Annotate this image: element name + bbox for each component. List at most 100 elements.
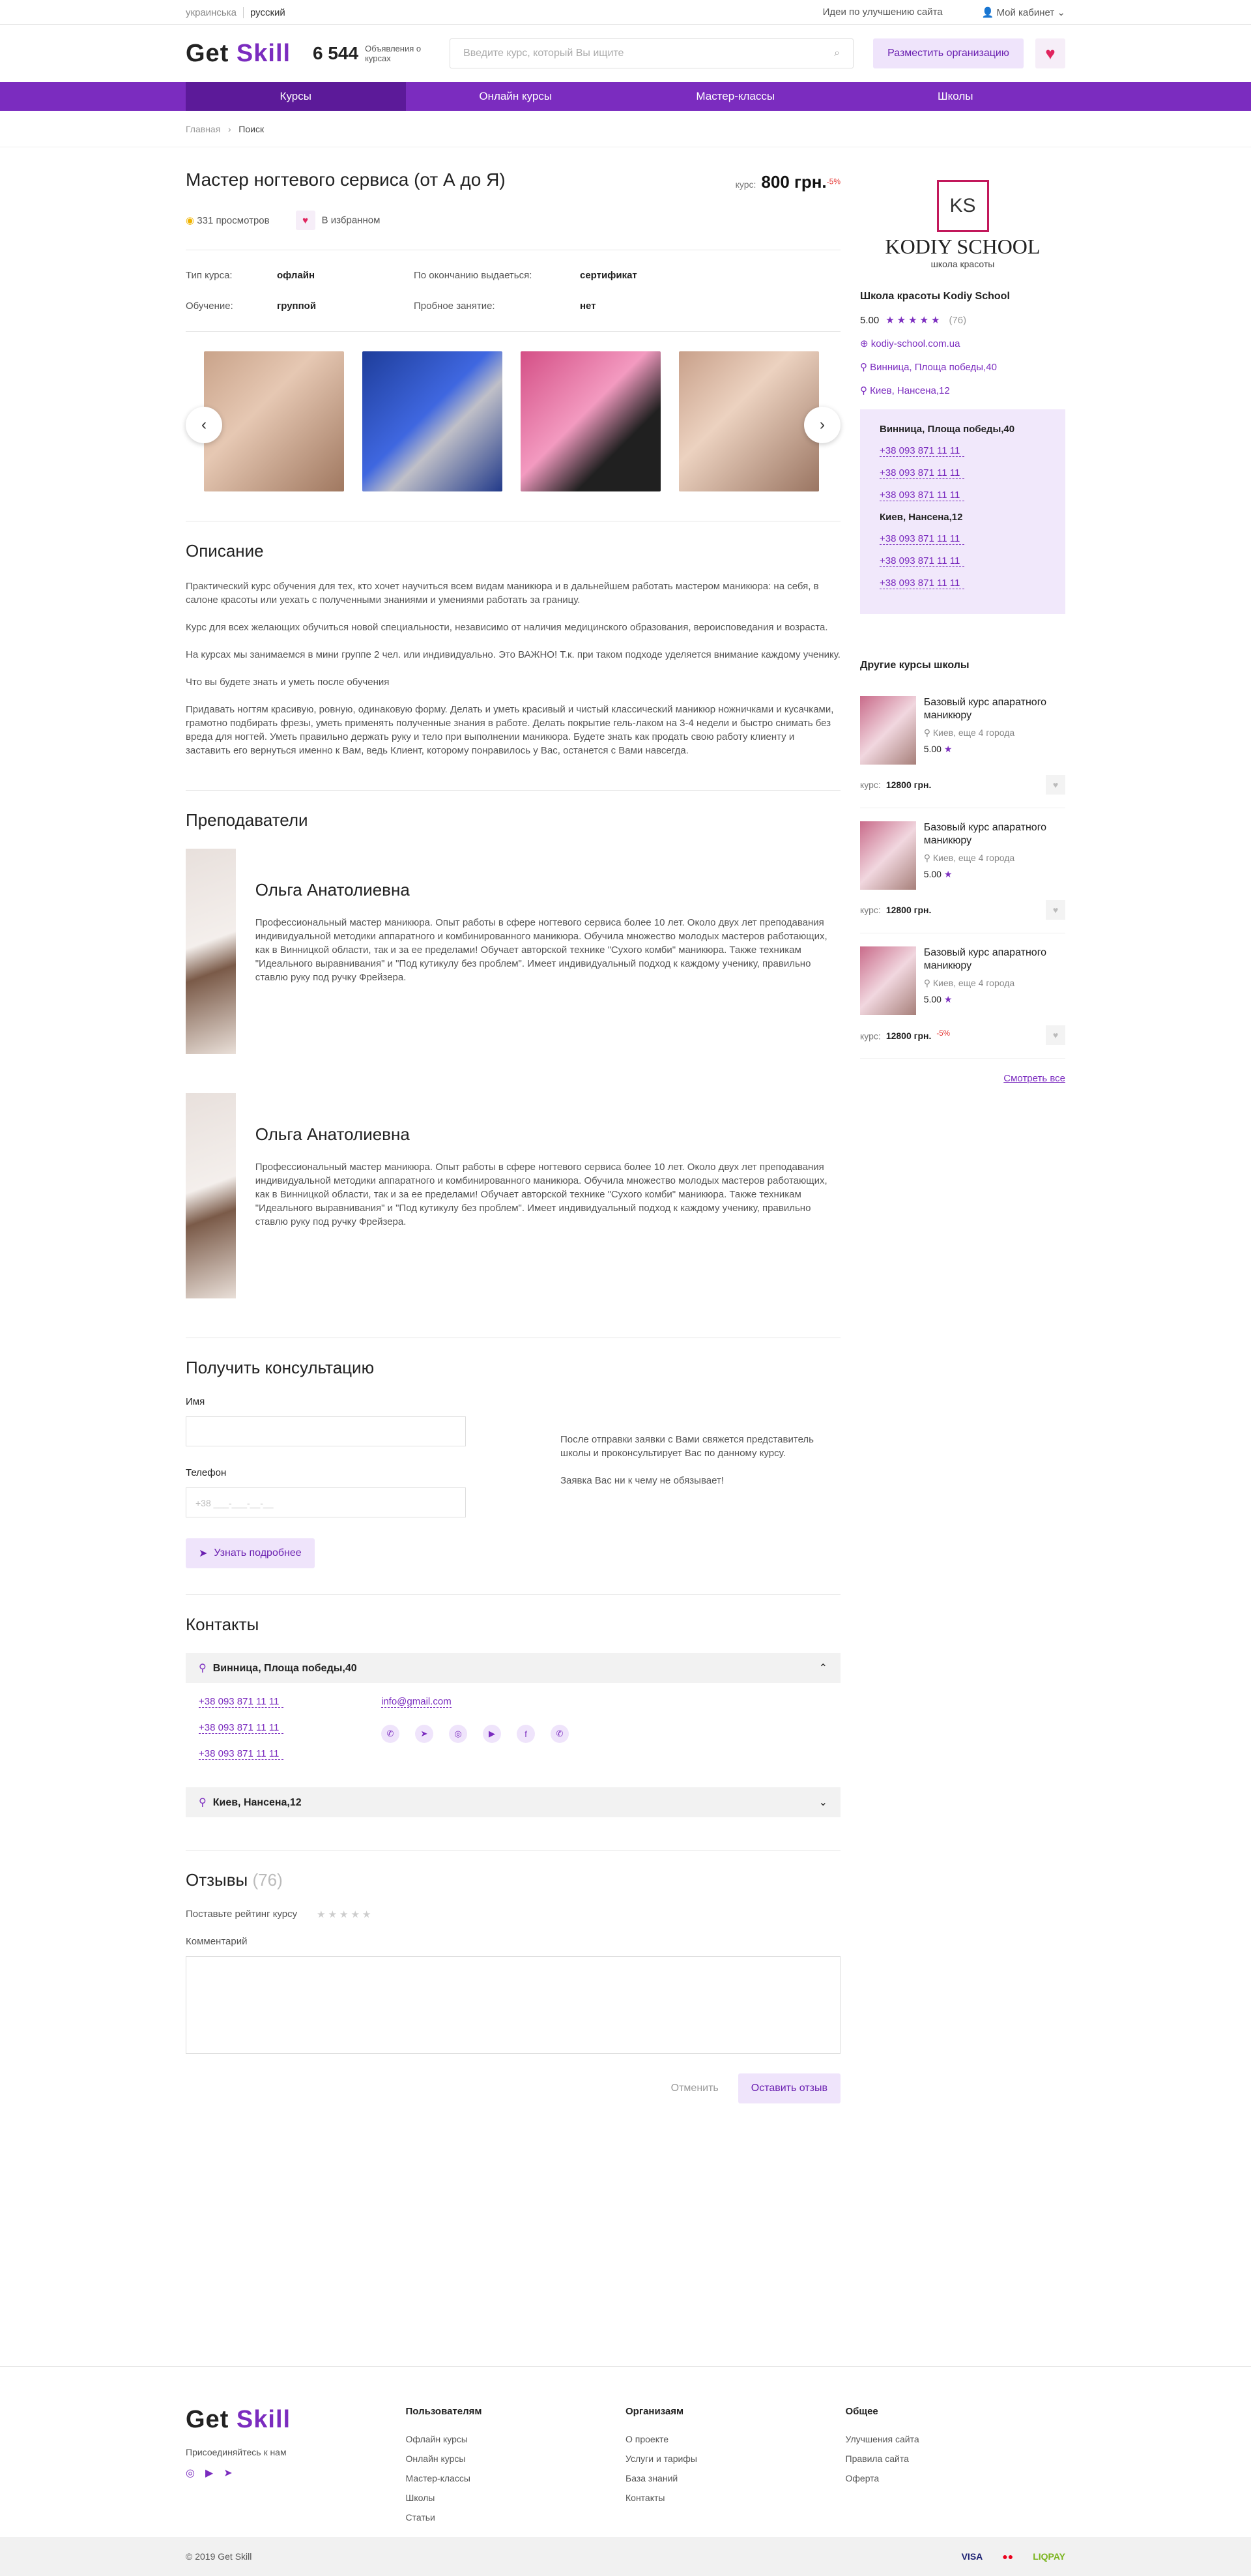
telegram-icon[interactable]: ➤ bbox=[223, 2466, 232, 2480]
language-switcher: украинська русский bbox=[186, 7, 292, 18]
lang-russian[interactable]: русский bbox=[242, 7, 285, 18]
footer-link[interactable]: Мастер-классы bbox=[406, 2473, 626, 2483]
logo[interactable]: Get Skill bbox=[186, 40, 313, 68]
rating-stars-input[interactable]: ★★★★★ bbox=[317, 1909, 373, 1920]
lang-ukrainian[interactable]: украинська bbox=[186, 7, 237, 18]
phone-link[interactable]: +38 093 871 11 11 bbox=[880, 467, 964, 479]
prop-label: Обучение: bbox=[186, 300, 233, 312]
teacher-card: Ольга Анатолиевна Профессиональный мастер… bbox=[186, 1093, 841, 1298]
learn-more-label: Узнать подробнее bbox=[214, 1547, 302, 1559]
phone-link[interactable]: +38 093 871 11 11 bbox=[199, 1696, 283, 1708]
logo-text-b: Skill bbox=[236, 39, 291, 67]
footer-link[interactable]: Контакты bbox=[626, 2493, 846, 2503]
contacts-accordion-vinnytsia[interactable]: ⚲ Винница, Площа победы,40 ⌃ bbox=[186, 1653, 841, 1683]
heart-icon[interactable]: ♥ bbox=[1046, 1025, 1065, 1045]
nav-online[interactable]: Онлайн курсы bbox=[406, 82, 626, 111]
count-label: Объявления о курсах bbox=[365, 44, 422, 63]
teacher-name: Ольга Анатолиевна bbox=[255, 1124, 410, 1144]
school-site-link[interactable]: ⊕ kodiy-school.com.ua bbox=[860, 338, 1065, 349]
phone-link[interactable]: +38 093 871 11 11 bbox=[880, 555, 964, 567]
teachers-title: Преподаватели bbox=[186, 810, 308, 830]
course-price: 12800 грн. bbox=[885, 1031, 932, 1042]
youtube-icon[interactable]: ▶ bbox=[205, 2466, 213, 2480]
youtube-icon[interactable]: ▶ bbox=[483, 1725, 501, 1743]
course-card[interactable]: Базовый курс апаратного маникюру ⚲ Киев, … bbox=[860, 808, 1065, 933]
phone-link[interactable]: +38 093 871 11 11 bbox=[199, 1748, 283, 1760]
search-input[interactable]: Введите курс, который Вы ищите ⌕ bbox=[450, 38, 854, 68]
name-field[interactable] bbox=[186, 1416, 466, 1446]
footer-link[interactable]: Улучшения сайта bbox=[846, 2434, 1066, 2444]
reviews-title: Отзывы (76) bbox=[186, 1870, 841, 1890]
footer-link[interactable]: Услуги и тарифы bbox=[626, 2453, 846, 2464]
views: ◉ 331 просмотров bbox=[186, 214, 270, 226]
course-price: 12800 грн. bbox=[885, 780, 932, 790]
cabinet-label: Мой кабинет bbox=[996, 7, 1055, 18]
footer-link[interactable]: Статьи bbox=[406, 2512, 626, 2523]
comment-textarea[interactable] bbox=[186, 1956, 841, 2054]
footer-link[interactable]: Правила сайта bbox=[846, 2453, 1066, 2464]
school-title[interactable]: Школа красоты Kodiy School bbox=[860, 291, 1065, 302]
phone-link[interactable]: +38 093 871 11 11 bbox=[880, 533, 964, 545]
facebook-icon[interactable]: f bbox=[517, 1725, 535, 1743]
top-bar: украинська русский Идеи по улучшению сайт… bbox=[0, 0, 1251, 25]
footer-link[interactable]: База знаний bbox=[626, 2473, 846, 2483]
rate-label: Поставьте рейтинг курсу bbox=[186, 1909, 298, 1920]
breadcrumb-home[interactable]: Главная bbox=[186, 124, 220, 134]
course-card[interactable]: Базовый курс апаратного маникюру ⚲ Киев, … bbox=[860, 933, 1065, 1059]
heart-icon[interactable]: ♥ bbox=[1046, 775, 1065, 795]
whatsapp-icon[interactable]: ✆ bbox=[551, 1725, 569, 1743]
course-card[interactable]: Базовый курс апаратного маникюру ⚲ Киев, … bbox=[860, 683, 1065, 808]
ideas-link[interactable]: Идеи по улучшению сайта bbox=[823, 7, 943, 18]
phone-link[interactable]: +38 093 871 11 11 bbox=[199, 1722, 283, 1734]
learn-more-button[interactable]: ➤ Узнать подробнее bbox=[186, 1538, 315, 1568]
search-icon[interactable]: ⌕ bbox=[834, 48, 840, 59]
heart-icon[interactable]: ♥ bbox=[1046, 900, 1065, 920]
cabinet-link[interactable]: 👤 Мой кабинет ⌄ bbox=[982, 7, 1065, 18]
contacts-section: Контакты ⚲ Винница, Площа победы,40 ⌃ +38 … bbox=[186, 1615, 841, 1817]
favorite-label: В избранном bbox=[321, 214, 381, 226]
footer-link[interactable]: Офлайн курсы bbox=[406, 2434, 626, 2444]
gallery-photo[interactable] bbox=[679, 351, 819, 491]
nav-masterclasses[interactable]: Мастер-классы bbox=[626, 82, 846, 111]
star-icon: ★ bbox=[943, 869, 955, 879]
footer-link[interactable]: Онлайн курсы bbox=[406, 2453, 626, 2464]
viber-icon[interactable]: ✆ bbox=[381, 1725, 399, 1743]
telegram-icon[interactable]: ➤ bbox=[415, 1725, 433, 1743]
phone-link[interactable]: +38 093 871 11 11 bbox=[880, 578, 964, 589]
liqpay-icon: LIQPAY bbox=[1033, 2551, 1065, 2562]
post-organization-button[interactable]: Разместить организацию bbox=[873, 38, 1024, 68]
email-link[interactable]: info@gmail.com bbox=[381, 1696, 452, 1708]
school-address-link[interactable]: ⚲ Винница, Площа победы,40 bbox=[860, 361, 1065, 373]
course-more-cities: еще 4 города bbox=[958, 853, 1015, 863]
footer-link[interactable]: Оферта bbox=[846, 2473, 1066, 2483]
gallery-photo[interactable] bbox=[362, 351, 502, 491]
course-city: Киев, bbox=[932, 978, 956, 988]
gallery-prev-button[interactable]: ‹ bbox=[186, 407, 222, 443]
footer-logo[interactable]: Get Skill bbox=[186, 2406, 313, 2434]
instagram-icon[interactable]: ◎ bbox=[449, 1725, 467, 1743]
gallery-photo[interactable] bbox=[204, 351, 344, 491]
school-monogram: KS bbox=[936, 180, 989, 232]
location-pin-icon: ⚲ bbox=[199, 1797, 207, 1808]
other-courses: Другие курсы школы Базовый курс апаратно… bbox=[860, 660, 1065, 1084]
gallery-photo[interactable] bbox=[521, 351, 661, 491]
school-address-link[interactable]: ⚲ Киев, Нансена,12 bbox=[860, 385, 1065, 396]
nav-schools[interactable]: Школы bbox=[846, 82, 1066, 111]
contacts-accordion-kyiv[interactable]: ⚲ Киев, Нансена,12 ⌄ bbox=[186, 1787, 841, 1817]
favorites-heart-icon[interactable]: ♥ bbox=[1035, 38, 1065, 68]
phonebox-address: Киев, Нансена,12 bbox=[880, 512, 963, 523]
course-more-cities: еще 4 города bbox=[958, 978, 1015, 988]
phone-link[interactable]: +38 093 871 11 11 bbox=[880, 445, 964, 457]
favorite-toggle[interactable]: ♥ В избранном bbox=[295, 211, 381, 230]
footer-link[interactable]: О проекте bbox=[626, 2434, 846, 2444]
nav-courses[interactable]: Курсы bbox=[186, 82, 406, 111]
submit-review-button[interactable]: Оставить отзыв bbox=[738, 2073, 841, 2103]
cancel-button[interactable]: Отменить bbox=[671, 2083, 719, 2094]
footer-join: Присоединяйтесь к нам bbox=[186, 2447, 287, 2457]
footer-link[interactable]: Школы bbox=[406, 2493, 626, 2503]
instagram-icon[interactable]: ◎ bbox=[186, 2466, 195, 2480]
phone-link[interactable]: +38 093 871 11 11 bbox=[880, 490, 964, 501]
phone-field[interactable]: +38 ___-___-__-__ bbox=[186, 1487, 466, 1517]
see-all-link[interactable]: Смотреть все bbox=[860, 1073, 1065, 1084]
gallery-next-button[interactable]: › bbox=[804, 407, 841, 443]
